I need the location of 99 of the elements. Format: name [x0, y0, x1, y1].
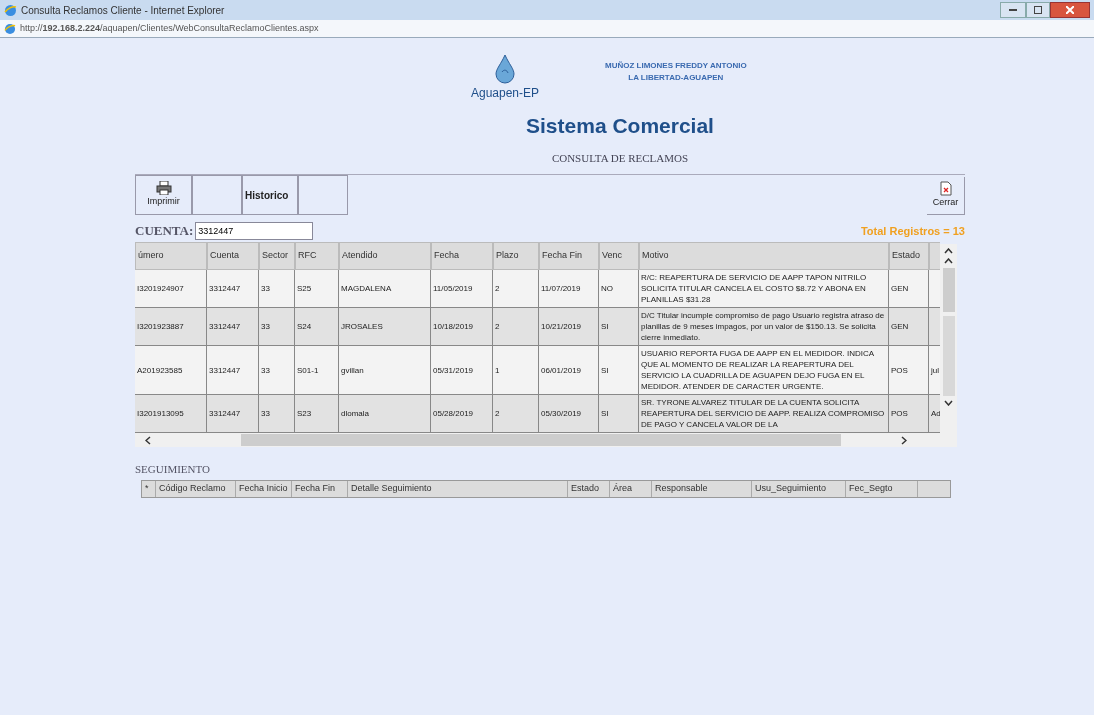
- total-records: Total Registros = 13: [860, 223, 965, 239]
- table-cell: NO: [599, 270, 639, 307]
- table-cell: 33: [259, 395, 295, 432]
- column-header[interactable]: Estado: [568, 480, 610, 497]
- account-field[interactable]: 3312447: [195, 222, 314, 240]
- close-page-button[interactable]: Cerrar: [927, 177, 965, 215]
- table-cell: D/C Titular incumple compromiso de pago Usuario registra atraso de planillas de 9 meses impagos, por un valor de $150.13. Se solicita cierre inmediato.: [639, 308, 889, 345]
- column-header[interactable]: Fecha Fin: [292, 480, 348, 497]
- table-cell: POS: [889, 346, 929, 394]
- table-cell: 3312447: [207, 308, 259, 345]
- minimize-button[interactable]: [1000, 2, 1026, 18]
- user-location: LA LIBERTAD-AGUAPEN: [628, 72, 724, 84]
- column-header[interactable]: Sector: [259, 242, 295, 270]
- section-title: SEGUIMIENTO: [135, 462, 211, 477]
- browser-icon: [4, 22, 16, 35]
- column-header[interactable]: Motivo: [639, 242, 889, 270]
- logo-text: Aguapen-EP: [470, 85, 540, 102]
- column-header[interactable]: Atendido: [339, 242, 431, 270]
- historico-button[interactable]: Historico: [242, 175, 298, 215]
- scroll-left-icon: [145, 435, 151, 445]
- table-cell: S01-1: [295, 346, 339, 394]
- scroll-down-icon: [944, 400, 953, 406]
- table-cell: SI: [599, 346, 639, 394]
- column-header[interactable]: Fec_Segto: [846, 480, 918, 497]
- table-cell: I3201913095: [135, 395, 207, 432]
- table-cell: 3312447: [207, 395, 259, 432]
- table-cell: 06/01/2019: [539, 346, 599, 394]
- column-header[interactable]: Plazo: [493, 242, 539, 270]
- table-cell: USUARIO REPORTA FUGA DE AAPP EN EL MEDIDOR. INDICA QUE AL MOMENTO DE REALIZAR LA REAPERTURA DEL SERVICIO LA CUADRILLA DE AGUAPEN DEJO FUGA EN EL MEDIDOR. ATENDER DE CARACTER URGENTE.: [639, 346, 889, 394]
- column-header[interactable]: Responsable: [652, 480, 752, 497]
- table-cell: POS: [889, 395, 929, 432]
- restore-icon: [1034, 6, 1042, 14]
- minimize-icon: [1009, 9, 1017, 11]
- table-cell: JROSALES: [339, 308, 431, 345]
- table-cell: A201923585: [135, 346, 207, 394]
- scrollbar-thumb[interactable]: [241, 434, 841, 446]
- close-icon: [1066, 6, 1074, 14]
- table-cell: 33: [259, 346, 295, 394]
- table-cell: I3201923887: [135, 308, 207, 345]
- column-header[interactable]: Detalle Seguimiento: [348, 480, 568, 497]
- table-cell: 05/30/2019: [539, 395, 599, 432]
- printer-icon: [155, 181, 172, 196]
- table-cell: R/C: REAPERTURA DE SERVICIO DE AAPP TAPON NITRILO SOLICITA TITULAR CANCELA EL COSTO $8.72 Y ABONA EN PLANILLAS $31.28: [639, 270, 889, 307]
- column-header[interactable]: Fecha Inicio: [236, 480, 292, 497]
- table-cell: SI: [599, 308, 639, 345]
- table-cell: 33: [259, 270, 295, 307]
- table-cell: 10/21/2019: [539, 308, 599, 345]
- scroll-right-icon: [901, 435, 907, 445]
- table-cell: SI: [599, 395, 639, 432]
- column-header[interactable]: RFC: [295, 242, 339, 270]
- table-cell: 2: [493, 308, 539, 345]
- column-header[interactable]: Código Reclamo: [156, 480, 236, 497]
- table-cell: 3312447: [207, 270, 259, 307]
- table-cell: S24: [295, 308, 339, 345]
- table-cell: MAGDALENA: [339, 270, 431, 307]
- account-label: CUENTA:: [135, 222, 194, 241]
- table-cell: 2: [493, 395, 539, 432]
- table-cell: 2: [493, 270, 539, 307]
- column-header[interactable]: úmero: [135, 242, 207, 270]
- column-header[interactable]: Estado: [889, 242, 929, 270]
- table-cell: GEN: [889, 308, 929, 345]
- document-close-icon: [939, 181, 952, 197]
- vertical-scrollbar[interactable]: [940, 244, 957, 447]
- user-name: MUÑOZ LIMONES FREDDY ANTONIO: [605, 60, 747, 72]
- window-title: Consulta Reclamos Cliente - Internet Explorer: [21, 3, 225, 18]
- address-text[interactable]: http://192.168.2.224/aquapen/Clientes/WebConsultaReclamoClientes.aspx: [20, 21, 319, 36]
- toolbar-cell: [192, 175, 242, 215]
- table-cell: dlomala: [339, 395, 431, 432]
- table-cell: S25: [295, 270, 339, 307]
- column-header[interactable]: Cuenta: [207, 242, 259, 270]
- table-cell: 1: [493, 346, 539, 394]
- page-subtitle: CONSULTA DE RECLAMOS: [551, 150, 689, 166]
- column-header[interactable]: Área: [610, 480, 652, 497]
- toolbar-cell: [298, 175, 348, 215]
- water-drop-logo-icon: [494, 54, 516, 84]
- column-header[interactable]: *: [142, 480, 156, 497]
- table-cell: 11/07/2019: [539, 270, 599, 307]
- column-header[interactable]: Venc: [599, 242, 639, 270]
- horizontal-scrollbar[interactable]: [135, 433, 940, 447]
- column-header[interactable]: Fecha Fin: [539, 242, 599, 270]
- page-title: Sistema Comercial: [526, 113, 714, 139]
- table-cell: GEN: [889, 270, 929, 307]
- table-cell: 11/05/2019: [431, 270, 493, 307]
- print-button[interactable]: Imprimir: [135, 175, 192, 215]
- table-cell: gvillan: [339, 346, 431, 394]
- table-cell: 10/18/2019: [431, 308, 493, 345]
- column-header[interactable]: Usu_Seguimiento: [752, 480, 846, 497]
- restore-button[interactable]: [1026, 2, 1050, 18]
- table-cell: 05/28/2019: [431, 395, 493, 432]
- table-cell: S23: [295, 395, 339, 432]
- table-cell: 33: [259, 308, 295, 345]
- browser-icon: [4, 3, 17, 17]
- table-cell: 3312447: [207, 346, 259, 394]
- scrollbar-thumb[interactable]: [942, 268, 955, 312]
- table-cell: I3201924907: [135, 270, 207, 307]
- table-cell: SR. TYRONE ALVAREZ TITULAR DE LA CUENTA SOLICITA REAPERTURA DEL SERVICIO DE AAPP. REALIZA COMPROMISO DE PAGO Y CANCELA VALOR DE LA: [639, 395, 889, 432]
- column-header[interactable]: Fecha: [431, 242, 493, 270]
- close-button[interactable]: [1050, 2, 1090, 18]
- table-cell: 05/31/2019: [431, 346, 493, 394]
